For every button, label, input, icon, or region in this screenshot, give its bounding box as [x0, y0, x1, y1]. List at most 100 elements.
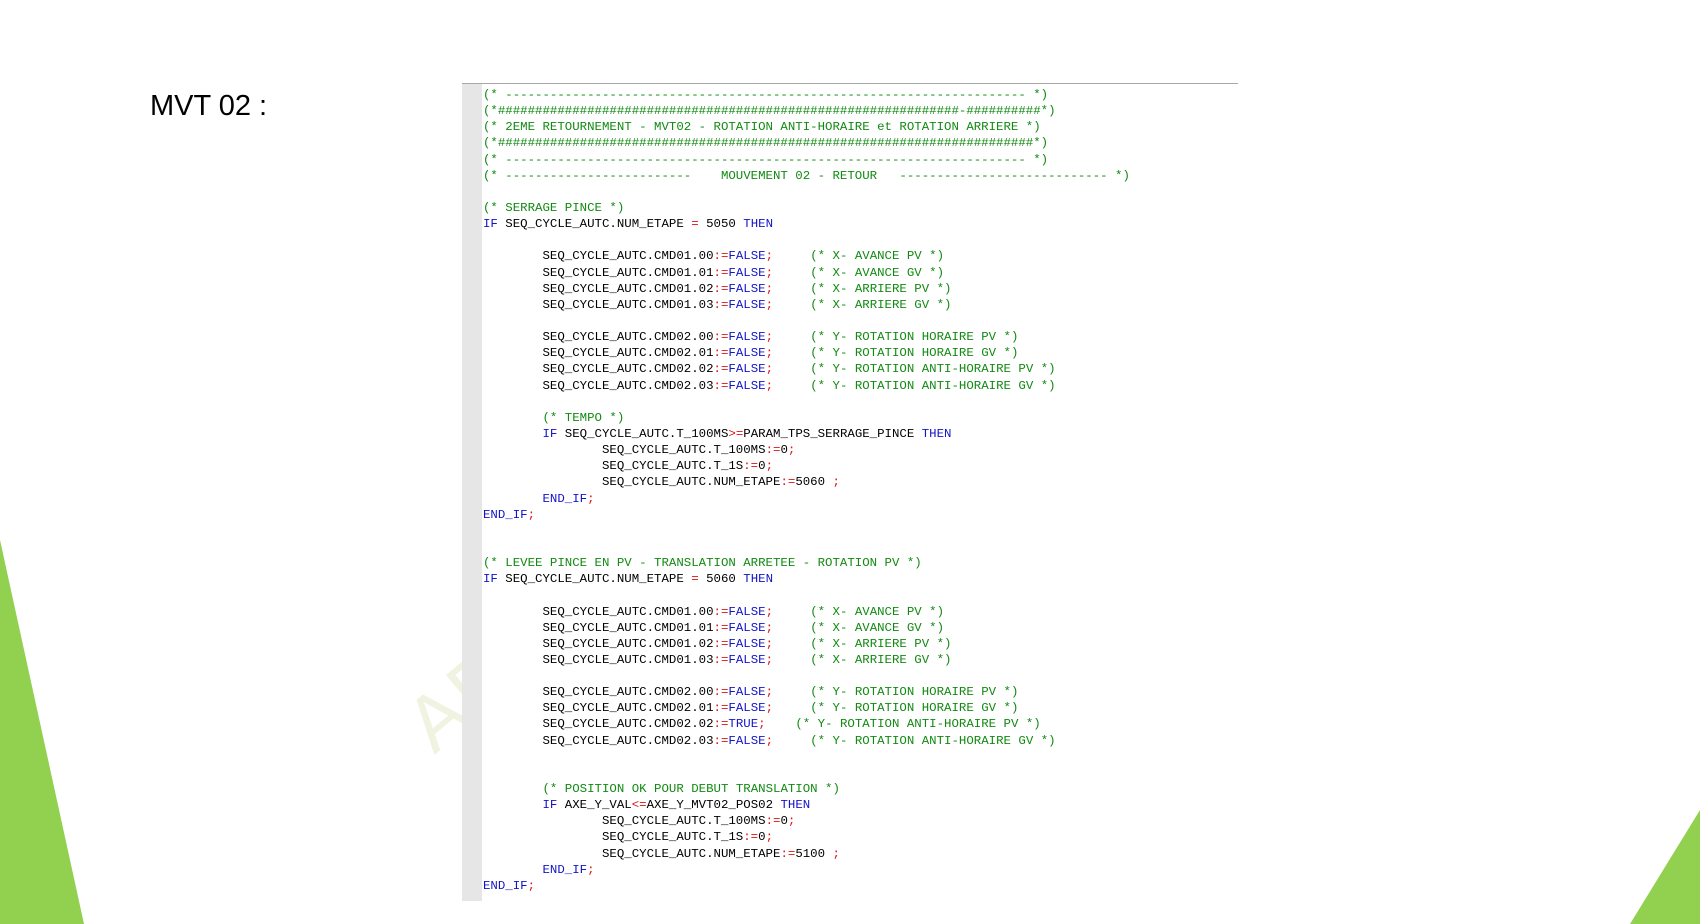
code-line: SEQ_CYCLE_AUTC.CMD02.01:=FALSE; (* Y- RO…	[483, 345, 1130, 361]
code-keyword: FALSE	[728, 362, 766, 377]
code-operator: ;	[765, 733, 774, 748]
code-operator: :=	[713, 330, 729, 345]
code-operator: ;	[765, 330, 774, 345]
code-text: 0	[758, 459, 766, 474]
slide-title: MVT 02 :	[150, 90, 268, 122]
code-line: SEQ_CYCLE_AUTC.CMD01.01:=FALSE; (* X- AV…	[483, 620, 1130, 636]
code-operator: :=	[780, 475, 796, 490]
code-text: 0	[758, 830, 766, 845]
code-keyword: FALSE	[728, 701, 766, 716]
code-operator: :=	[713, 362, 729, 377]
code-comment: (* X- AVANCE PV *)	[810, 249, 945, 264]
code-keyword: THEN	[743, 217, 774, 232]
code-text: SEQ_CYCLE_AUTC.CMD02.01	[483, 701, 714, 716]
code-operator: ;	[765, 620, 774, 635]
code-comment: (* Y- ROTATION HORAIRE GV *)	[810, 346, 1019, 361]
code-operator: ;	[765, 459, 773, 474]
code-operator: :=	[713, 636, 729, 651]
code-operator: :=	[713, 281, 729, 296]
code-text: SEQ_CYCLE_AUTC.CMD01.02	[483, 281, 714, 296]
code-operator: ;	[587, 862, 595, 877]
code-keyword: IF	[542, 426, 558, 441]
code-keyword: END_IF	[483, 878, 528, 893]
code-line: END_IF;	[483, 507, 1130, 523]
code-text: SEQ_CYCLE_AUTC.CMD02.03	[483, 733, 714, 748]
code-operator: =	[691, 217, 699, 232]
code-operator: :=	[743, 459, 759, 474]
code-text: AXE_Y_VAL	[557, 798, 632, 813]
code-line: SEQ_CYCLE_AUTC.CMD02.01:=FALSE; (* Y- RO…	[483, 700, 1130, 716]
code-keyword: FALSE	[728, 378, 766, 393]
code-text: SEQ_CYCLE_AUTC.CMD01.03	[483, 297, 714, 312]
code-line: SEQ_CYCLE_AUTC.CMD02.02:=TRUE; (* Y- ROT…	[483, 716, 1130, 732]
code-operator: :=	[713, 652, 729, 667]
code-keyword: END_IF	[542, 862, 588, 877]
code-line: SEQ_CYCLE_AUTC.T_1S:=0;	[483, 458, 1130, 474]
code-line: SEQ_CYCLE_AUTC.CMD02.03:=FALSE; (* Y- RO…	[483, 733, 1130, 749]
code-comment: (* Y- ROTATION ANTI-HORAIRE GV *)	[810, 378, 1056, 393]
code-line: SEQ_CYCLE_AUTC.CMD02.00:=FALSE; (* Y- RO…	[483, 329, 1130, 345]
code-text: 5060	[795, 475, 833, 490]
code-operator: :=	[713, 249, 729, 264]
code-text: SEQ_CYCLE_AUTC.CMD01.00	[483, 604, 714, 619]
code-line: (* -------------------------------------…	[483, 152, 1130, 168]
code-text: SEQ_CYCLE_AUTC.NUM_ETAPE	[497, 217, 692, 232]
code-operator: :=	[743, 830, 759, 845]
code-operator: ;	[765, 701, 774, 716]
code-operator: <=	[631, 798, 647, 813]
code-text: SEQ_CYCLE_AUTC.CMD01.03	[483, 652, 714, 667]
code-operator: :=	[765, 443, 781, 458]
code-keyword: IF	[483, 217, 498, 232]
code-keyword: END_IF	[483, 507, 528, 522]
code-text: SEQ_CYCLE_AUTC.CMD01.01	[483, 265, 714, 280]
code-text: SEQ_CYCLE_AUTC.T_100MS	[483, 443, 766, 458]
code-operator: :=	[713, 265, 729, 280]
code-comment: (* LEVEE PINCE EN PV - TRANSLATION ARRET…	[483, 556, 922, 571]
code-operator: ;	[832, 846, 840, 861]
code-operator: :=	[713, 717, 729, 732]
code-line: (* POSITION OK POUR DEBUT TRANSLATION *)	[483, 781, 1130, 797]
code-comment: (* TEMPO *)	[542, 410, 625, 425]
right-green-triangle-decoration	[1630, 810, 1700, 924]
code-operator: ;	[765, 362, 774, 377]
code-operator: :=	[713, 604, 729, 619]
code-text: 5060	[698, 572, 744, 587]
code-comment: (* Y- ROTATION HORAIRE GV *)	[810, 701, 1019, 716]
code-operator: ;	[765, 378, 774, 393]
code-line: SEQ_CYCLE_AUTC.T_1S:=0;	[483, 829, 1130, 845]
code-line: SEQ_CYCLE_AUTC.T_100MS:=0;	[483, 813, 1130, 829]
code-line: SEQ_CYCLE_AUTC.CMD01.02:=FALSE; (* X- AR…	[483, 281, 1130, 297]
code-operator: ;	[765, 636, 774, 651]
code-line: (* 2EME RETOURNEMENT - MVT02 - ROTATION …	[483, 119, 1130, 135]
code-keyword: END_IF	[542, 491, 588, 506]
code-operator: :=	[780, 846, 796, 861]
code-operator: ;	[765, 604, 774, 619]
code-text: SEQ_CYCLE_AUTC.CMD02.02	[483, 362, 714, 377]
code-text: SEQ_CYCLE_AUTC.CMD02.02	[483, 717, 714, 732]
code-operator: :=	[713, 685, 729, 700]
code-operator: ;	[765, 830, 773, 845]
code-keyword: FALSE	[728, 297, 766, 312]
code-line: (* -------------------------------------…	[483, 87, 1130, 103]
code-line: (* ------------------------- MOUVEMENT 0…	[483, 168, 1130, 184]
code-text: SEQ_CYCLE_AUTC.T_1S	[483, 830, 744, 845]
code-comment: (* X- AVANCE PV *)	[810, 604, 945, 619]
code-text: AXE_Y_MVT02_POS02	[646, 798, 781, 813]
code-text: 0	[780, 443, 788, 458]
code-text: 0	[780, 814, 788, 829]
code-comment: (* POSITION OK POUR DEBUT TRANSLATION *)	[542, 782, 840, 797]
code-line: IF SEQ_CYCLE_AUTC.NUM_ETAPE = 5050 THEN	[483, 216, 1130, 232]
code-text: SEQ_CYCLE_AUTC.CMD02.00	[483, 330, 714, 345]
